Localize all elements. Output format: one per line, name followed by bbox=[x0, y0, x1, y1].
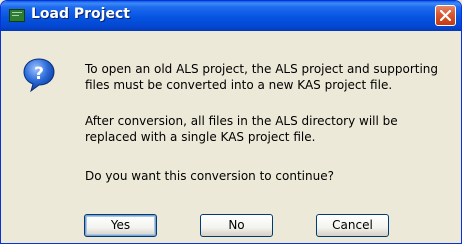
message-paragraph-1: To open an old ALS project, the ALS proj… bbox=[85, 62, 439, 92]
question-icon: ? bbox=[23, 58, 55, 93]
yes-button[interactable]: Yes bbox=[84, 214, 157, 237]
title-bar[interactable]: Load Project bbox=[1, 1, 461, 31]
application-icon bbox=[9, 9, 25, 22]
dialog-body: ? To open an old ALS project, the ALS pr… bbox=[1, 31, 461, 243]
message-question: Do you want this conversion to continue? bbox=[85, 169, 334, 183]
message-paragraph-2: After conversion, all files in the ALS d… bbox=[85, 114, 398, 144]
window-title: Load Project bbox=[31, 6, 130, 22]
close-icon bbox=[440, 10, 451, 21]
cancel-button[interactable]: Cancel bbox=[316, 214, 389, 237]
no-button[interactable]: No bbox=[200, 214, 273, 237]
load-project-dialog: Load Project ? To open an old ALS projec… bbox=[0, 0, 462, 244]
svg-text:?: ? bbox=[34, 64, 44, 84]
close-button[interactable] bbox=[435, 5, 456, 26]
